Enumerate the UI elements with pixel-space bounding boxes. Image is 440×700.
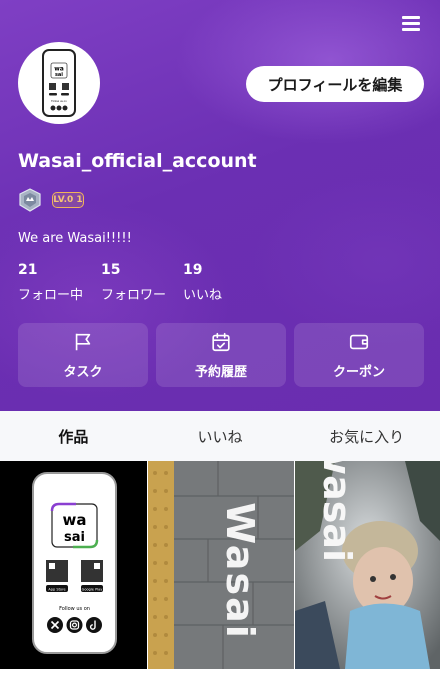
reservation-history-button[interactable]: 予約履歴 xyxy=(156,323,286,387)
followers-label: フォロワー xyxy=(101,288,167,303)
post-word: Wasai xyxy=(218,502,262,640)
rank-shield-icon xyxy=(19,188,41,212)
followers-stat[interactable]: 15 フォロワー xyxy=(101,262,166,303)
task-label: タスク xyxy=(63,364,103,380)
avatar-logo-line2: sai xyxy=(55,72,63,78)
followers-count: 15 xyxy=(101,262,121,278)
reservation-history-label: 予約履歴 xyxy=(194,364,247,380)
bio-text: We are Wasai!!!!! xyxy=(18,231,132,246)
calendar-check-icon xyxy=(212,332,230,351)
post-thumbnail[interactable]: wasai xyxy=(295,461,440,669)
post-street-image: Wasai xyxy=(148,461,294,669)
avatar-caption: Follow us on xyxy=(51,99,67,103)
store-badge-1: App Store xyxy=(48,588,65,592)
following-stat[interactable]: 21 フォロー中 xyxy=(18,262,83,303)
post-thumbnail[interactable]: wa sai App Store Google Play Follow us o… xyxy=(0,461,147,669)
likes-count: 19 xyxy=(183,262,203,278)
following-label: フォロー中 xyxy=(18,288,84,303)
store-badge-2: Google Play xyxy=(82,588,103,592)
coupon-label: クーポン xyxy=(332,364,385,380)
wallet-icon xyxy=(349,334,369,349)
avatar[interactable]: wa sai Follow us on xyxy=(18,42,100,124)
likes-stat[interactable]: 19 いいね xyxy=(183,262,222,303)
hamburger-menu-icon[interactable] xyxy=(402,16,420,31)
tab-works[interactable]: 作品 xyxy=(0,411,147,461)
username: Wasai_official_account xyxy=(18,150,257,172)
flag-icon xyxy=(75,333,91,350)
post-thumbnail[interactable]: Wasai xyxy=(148,461,294,669)
post-phone-image: wa sai App Store Google Play Follow us o… xyxy=(32,472,117,654)
likes-label: いいね xyxy=(183,288,223,303)
post-word: wasai xyxy=(315,461,359,562)
avatar-phone-image: wa sai Follow us on xyxy=(42,49,76,117)
edit-profile-button[interactable]: プロフィールを編集 xyxy=(246,66,424,102)
post-logo-line1: wa xyxy=(63,511,87,529)
posts-grid: wa sai App Store Google Play Follow us o… xyxy=(0,461,440,669)
following-count: 21 xyxy=(18,262,38,278)
follow-caption: Follow us on xyxy=(59,606,90,612)
tab-favorites[interactable]: お気に入り xyxy=(293,411,440,461)
level-badge: LV.0 1 xyxy=(52,192,84,208)
post-logo-line2: sai xyxy=(64,530,85,545)
profile-header: wa sai Follow us on プロフィールを編集 Wasai_offi… xyxy=(0,0,440,411)
task-button[interactable]: タスク xyxy=(18,323,148,387)
coupon-button[interactable]: クーポン xyxy=(294,323,424,387)
tab-likes[interactable]: いいね xyxy=(147,411,294,461)
post-portrait-image: wasai xyxy=(295,461,440,669)
content-tabs: 作品 いいね お気に入り xyxy=(0,411,440,461)
